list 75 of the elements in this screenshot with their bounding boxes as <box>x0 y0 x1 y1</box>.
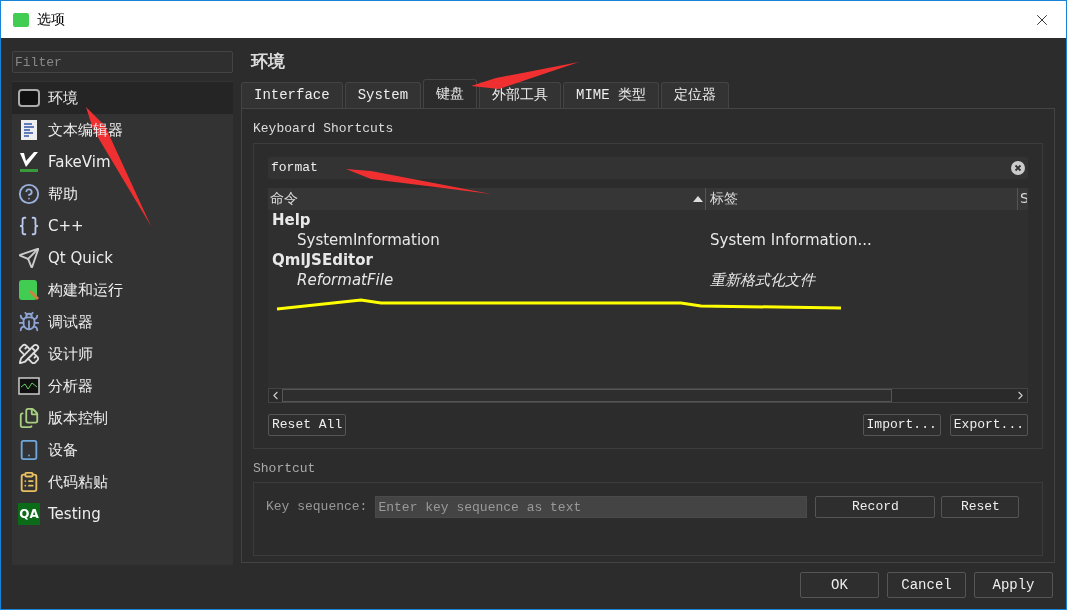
cancel-button[interactable]: Cancel <box>887 572 966 598</box>
ok-button[interactable]: OK <box>800 572 879 598</box>
help-icon <box>18 183 40 205</box>
category-item[interactable]: 环境 <box>12 82 233 114</box>
key-sequence-label: Key sequence: <box>266 498 368 516</box>
filter-field[interactable]: Filter <box>12 51 233 73</box>
tab[interactable]: System <box>344 82 422 108</box>
tab[interactable]: Interface <box>241 82 343 108</box>
category-label: C++ <box>48 215 84 237</box>
category-label: 分析器 <box>48 375 93 397</box>
search-value: format <box>271 158 318 177</box>
reset-all-button[interactable]: Reset All <box>268 413 347 436</box>
tab[interactable]: MIME 类型 <box>563 82 660 108</box>
command-cell[interactable]: SystemInformation <box>268 229 706 250</box>
category-label: 帮助 <box>48 183 78 205</box>
group-title: Keyboard Shortcuts <box>253 120 395 138</box>
build-icon <box>18 279 40 301</box>
tablet-icon <box>18 439 40 461</box>
qa-icon: QA <box>18 503 40 525</box>
category-item[interactable]: C++ <box>12 210 233 242</box>
checkmark-icon <box>18 151 40 173</box>
group-title: Shortcut <box>253 459 317 478</box>
group-row[interactable]: QmlJSEditor <box>268 249 1028 270</box>
clear-icon[interactable] <box>1011 160 1025 175</box>
label-cell-text: 重新格式化文件 <box>709 269 815 290</box>
braces-icon <box>18 215 40 237</box>
oscilloscope-icon <box>18 375 40 397</box>
category-item[interactable]: 帮助 <box>12 178 233 210</box>
category-item[interactable]: 设备 <box>12 434 233 466</box>
reset-button[interactable]: Reset <box>941 496 1020 518</box>
category-label: Qt Quick <box>48 247 113 269</box>
category-item[interactable]: QA Testing <box>12 498 233 530</box>
group-row[interactable]: Help <box>268 209 1028 230</box>
category-item[interactable]: 代码粘贴 <box>12 466 233 498</box>
category-item[interactable]: Qt Quick <box>12 242 233 274</box>
horizontal-scrollbar[interactable] <box>268 387 1028 403</box>
tab[interactable]: 键盘 <box>423 79 478 108</box>
export-button[interactable]: Export... <box>949 413 1028 436</box>
category-label: FakeVim <box>48 151 111 173</box>
category-label: 设备 <box>48 439 78 461</box>
category-item[interactable]: 调试器 <box>12 306 233 338</box>
apply-button[interactable]: Apply <box>974 572 1053 598</box>
category-label: 调试器 <box>48 311 93 333</box>
document-icon <box>18 119 40 141</box>
monitor-icon <box>18 87 40 109</box>
column-header[interactable]: 标签 <box>706 187 1018 210</box>
paper-plane-icon <box>18 247 40 269</box>
category-item[interactable]: 构建和运行 <box>12 274 233 306</box>
bug-icon <box>18 311 40 333</box>
category-item[interactable]: 分析器 <box>12 370 233 402</box>
tab[interactable]: 定位器 <box>661 82 730 108</box>
category-label: Testing <box>48 503 101 525</box>
category-label: 设计师 <box>48 343 93 365</box>
category-label: 代码粘贴 <box>48 471 108 493</box>
files-icon <box>18 407 40 429</box>
scroll-thumb[interactable] <box>282 388 892 402</box>
app-logo-icon <box>13 12 29 27</box>
clipboard-icon <box>18 471 40 493</box>
command-cell[interactable]: ReformatFile <box>268 269 706 290</box>
window-title: 选项 <box>37 10 65 29</box>
search-field[interactable]: format <box>268 156 1028 179</box>
page-title: 环境 <box>251 50 285 73</box>
import-button[interactable]: Import... <box>862 413 941 436</box>
category-item[interactable]: FakeVim <box>12 146 233 178</box>
sort-icon <box>693 195 703 202</box>
category-item[interactable]: 版本控制 <box>12 402 233 434</box>
tab[interactable]: 外部工具 <box>479 82 562 108</box>
label-cell-text: System Information... <box>709 229 872 250</box>
pencil-ruler-icon <box>18 343 40 365</box>
category-label: 版本控制 <box>48 407 108 429</box>
record-button[interactable]: Record <box>815 496 936 518</box>
key-sequence-field[interactable]: Enter key sequence as text <box>375 496 808 518</box>
category-label: 构建和运行 <box>48 279 123 301</box>
category-label: 环境 <box>48 87 78 109</box>
category-item[interactable]: 设计师 <box>12 338 233 370</box>
